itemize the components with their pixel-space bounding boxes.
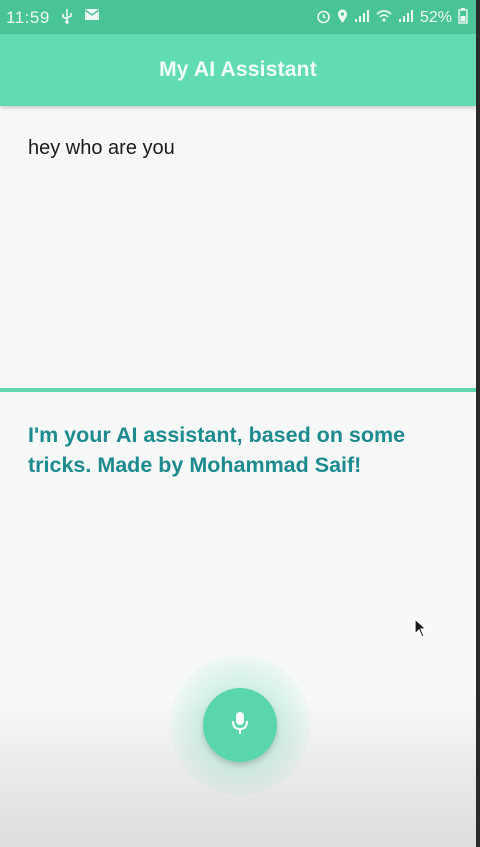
app-title: My AI Assistant: [159, 58, 317, 81]
phone-screen: 11:59 52% My AI Assistant hey who are yo…: [0, 0, 476, 847]
user-query-text: hey who are you: [28, 137, 175, 159]
status-time: 11:59: [6, 8, 50, 27]
status-left-icons: [60, 8, 100, 28]
mail-icon: [84, 8, 100, 28]
section-divider: [0, 388, 476, 392]
signal-icon: [398, 9, 414, 27]
signal-icon: [354, 9, 370, 27]
battery-percent: 52%: [419, 9, 452, 26]
battery-icon: [458, 8, 468, 28]
wifi-icon: [376, 9, 392, 27]
usb-icon: [60, 8, 74, 28]
mouse-cursor-icon: [414, 617, 428, 643]
status-bar: 11:59 52%: [0, 0, 476, 34]
assistant-response-text: I'm your AI assistant, based on some tri…: [28, 423, 406, 477]
alarm-icon: [316, 9, 331, 28]
microphone-icon: [229, 710, 251, 741]
mic-button[interactable]: [203, 688, 277, 762]
window-edge: [476, 0, 480, 847]
status-right-icons: 52%: [316, 8, 468, 28]
location-icon: [337, 9, 348, 28]
app-bar: My AI Assistant: [0, 34, 476, 106]
